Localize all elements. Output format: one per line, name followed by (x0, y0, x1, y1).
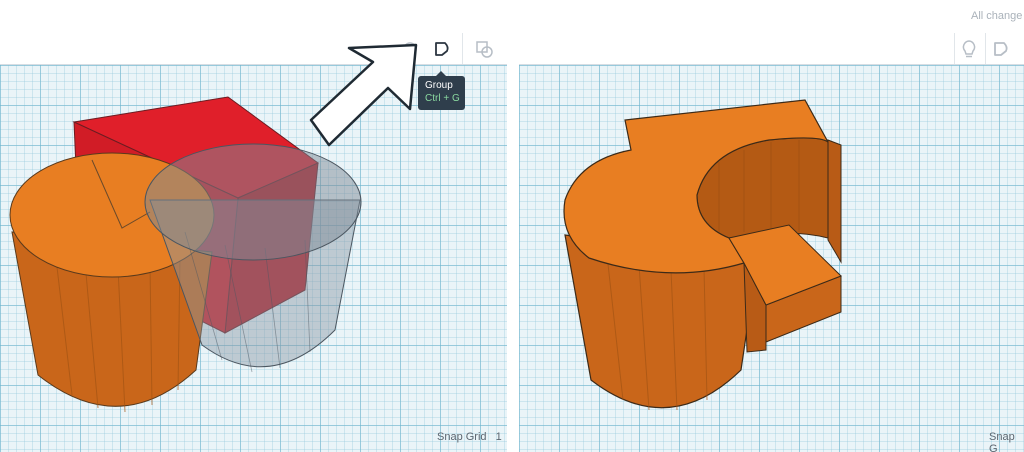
snap-grid-label: Snap G (989, 431, 1015, 452)
group-tooltip: Group Ctrl + G (418, 71, 465, 110)
scene-3d-shapes (9, 43, 418, 413)
snap-grid-label: Snap Grid (437, 431, 487, 443)
right-panel: All change Snap G (519, 0, 1024, 452)
grouped-orange-shape[interactable] (563, 99, 842, 411)
snap-grid-value[interactable]: 1 (496, 431, 502, 443)
pointer-arrow-graphic (309, 43, 418, 147)
left-panel: Group Ctrl + G Snap Grid 1 (0, 0, 507, 452)
snap-grid-control[interactable]: Snap G (989, 431, 1024, 452)
snap-grid-control[interactable]: Snap Grid 1 (437, 431, 502, 443)
tooltip-title: Group (425, 80, 453, 91)
tooltip-shortcut: Ctrl + G (425, 93, 460, 104)
panel-divider (507, 0, 519, 452)
scene-3d-grouped-shape (563, 99, 842, 411)
